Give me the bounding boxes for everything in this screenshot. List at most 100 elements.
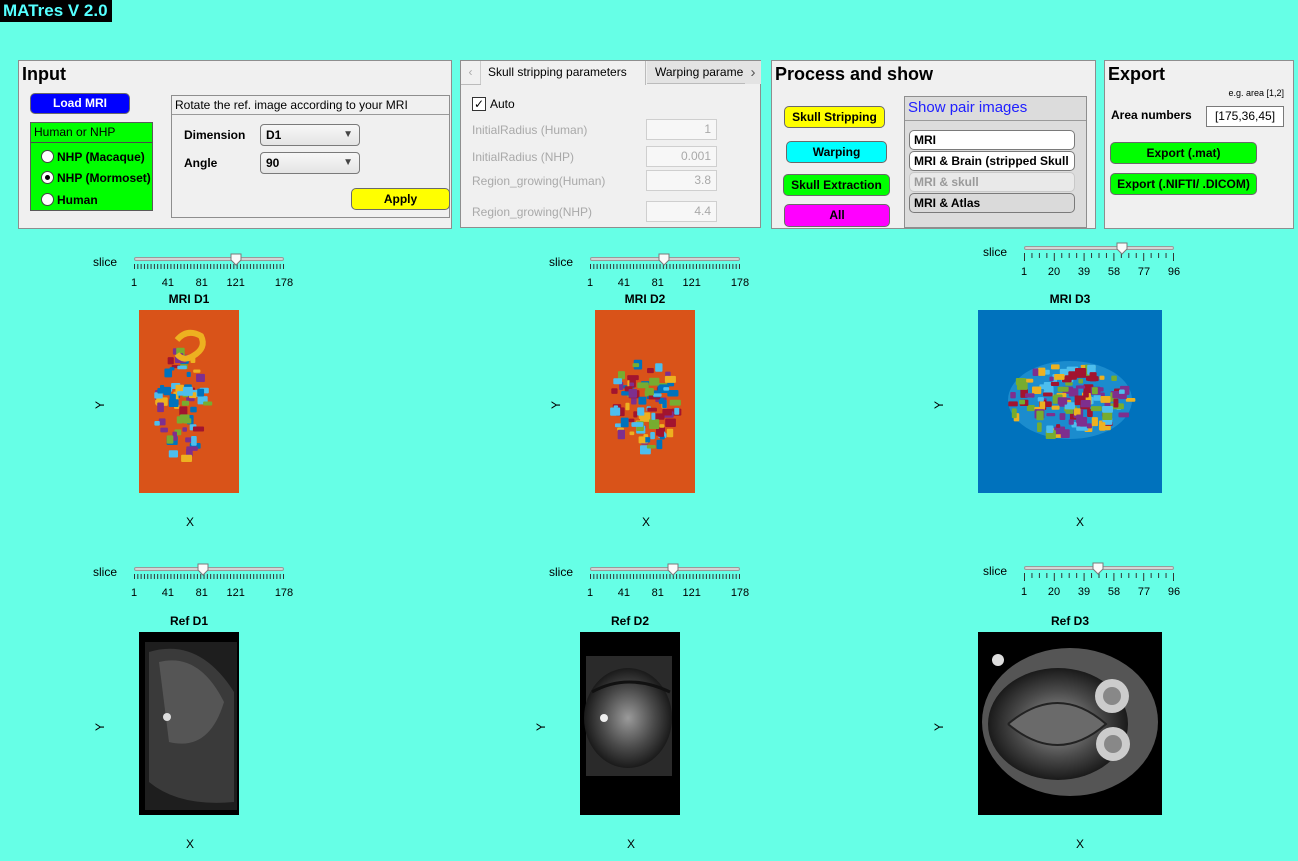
angle-value: 90 — [266, 156, 280, 170]
slider-ticks — [1024, 253, 1174, 261]
checkbox-checked-icon: ✓ — [472, 97, 486, 111]
tick-label: 41 — [161, 277, 175, 289]
y-axis-label: Y — [93, 722, 108, 732]
view-title-ref-d2: Ref D2 — [610, 614, 649, 628]
image-ref-d2[interactable] — [580, 632, 680, 815]
x-axis-label: X — [1076, 515, 1085, 529]
param-region-growing-human[interactable]: 3.8 — [646, 170, 717, 191]
param-initial-radius-nhp[interactable]: 0.001 — [646, 146, 717, 167]
tab-scroll-right[interactable]: › — [745, 61, 761, 84]
tick-label: 20 — [1047, 266, 1061, 278]
export-nifti-dicom-button[interactable]: Export (.NIFTI/ .DICOM) — [1110, 173, 1257, 195]
slice-image — [139, 632, 239, 815]
export-panel-title: Export — [1108, 64, 1166, 84]
image-mri-d1[interactable] — [139, 310, 239, 493]
tick-label: 1 — [130, 587, 138, 599]
radio-nhp-mormoset[interactable]: NHP (Mormoset) — [41, 168, 151, 188]
slice-image — [139, 310, 239, 493]
radio-label: Human — [57, 193, 98, 207]
slider-label: slice — [983, 564, 1008, 578]
slice-slider-mri-d3[interactable]: 1 20 39 58 77 96 — [1021, 242, 1180, 286]
slider-track — [134, 257, 284, 261]
slider-thumb[interactable] — [1116, 242, 1128, 255]
radio-circle-icon — [41, 193, 54, 206]
tick-label: 81 — [651, 277, 664, 289]
view-title-mri-d3: MRI D3 — [1049, 292, 1091, 306]
radio-label: NHP (Macaque) — [57, 150, 145, 164]
skull-extraction-button[interactable]: Skull Extraction — [783, 174, 890, 196]
view-title-mri-d2: MRI D2 — [624, 292, 666, 306]
slider-thumb[interactable] — [658, 253, 670, 266]
slice-slider-ref-d3[interactable]: 1 20 39 58 77 96 — [1021, 562, 1180, 606]
input-panel: Input Load MRI Human or NHP NHP (Macaque… — [18, 60, 452, 229]
slider-thumb[interactable] — [230, 253, 242, 266]
slice-image — [595, 310, 695, 493]
slider-track — [134, 567, 284, 571]
tick-label: 39 — [1077, 266, 1091, 278]
tick-label: 1 — [586, 587, 594, 599]
skull-stripping-button[interactable]: Skull Stripping — [784, 106, 885, 128]
input-panel-title: Input — [22, 64, 66, 84]
load-mri-button[interactable]: Load MRI — [30, 93, 130, 114]
slider-ticks — [1024, 573, 1174, 581]
radio-circle-icon — [41, 150, 54, 163]
image-ref-d1[interactable] — [139, 632, 239, 815]
export-mat-button[interactable]: Export (.mat) — [1110, 142, 1257, 164]
tick-label: 1 — [1020, 266, 1028, 278]
tick-label: 1 — [586, 277, 594, 289]
slice-slider-ref-d2[interactable]: 1 41 81 121 178 — [587, 563, 749, 607]
image-mri-d3[interactable] — [978, 310, 1162, 493]
chevron-right-icon: › — [750, 64, 756, 81]
warping-button[interactable]: Warping — [786, 141, 887, 163]
tab-warping[interactable]: Warping parame — [647, 61, 761, 84]
param-initial-radius-human[interactable]: 1 — [646, 119, 717, 140]
area-numbers-input[interactable]: [175,36,45] — [1206, 106, 1284, 127]
dimension-select[interactable]: D1 ▼ — [260, 124, 360, 146]
pair-item-mri[interactable]: MRI — [909, 130, 1075, 150]
tick-label: 1 — [1020, 586, 1028, 598]
process-panel-title: Process and show — [775, 64, 934, 84]
tick-label: 121 — [682, 277, 701, 289]
y-axis-label: Y — [534, 722, 549, 732]
slider-thumb[interactable] — [667, 563, 679, 576]
tab-skull-stripping[interactable]: Skull stripping parameters — [481, 61, 646, 85]
species-group: Human or NHP NHP (Macaque) NHP (Mormoset… — [30, 122, 153, 211]
slider-thumb[interactable] — [197, 563, 209, 576]
slice-slider-ref-d1[interactable]: 1 41 81 121 178 — [131, 563, 293, 607]
pair-item-mri-skull[interactable]: MRI & skull — [909, 172, 1075, 192]
rotate-box: Rotate the ref. image according to your … — [171, 95, 450, 218]
apply-button[interactable]: Apply — [351, 188, 450, 210]
slice-slider-mri-d2[interactable]: 1 41 81 121 178 — [587, 253, 749, 297]
view-title-mri-d1: MRI D1 — [168, 292, 210, 306]
tick-label: 77 — [1137, 586, 1151, 598]
param-label: Region_growing(Human) — [472, 174, 606, 188]
slice-slider-mri-d1[interactable]: 1 41 81 121 178 — [131, 253, 293, 297]
slider-ticks — [590, 574, 740, 579]
all-button[interactable]: All — [784, 204, 890, 227]
slider-label: slice — [93, 565, 118, 579]
tick-label: 121 — [226, 277, 245, 289]
tick-label: 96 — [1167, 586, 1181, 598]
slice-image — [978, 632, 1162, 815]
area-numbers-label: Area numbers — [1111, 108, 1192, 122]
pair-item-mri-brain[interactable]: MRI & Brain (stripped Skull ) — [909, 151, 1075, 186]
radio-human[interactable]: Human — [41, 190, 98, 210]
chevron-down-icon: ▼ — [343, 157, 353, 168]
image-mri-d2[interactable] — [595, 310, 695, 493]
tab-scroll-left[interactable]: ‹ — [461, 61, 481, 84]
tick-label: 77 — [1137, 266, 1151, 278]
radio-nhp-macaque[interactable]: NHP (Macaque) — [41, 147, 145, 167]
image-ref-d3[interactable] — [978, 632, 1162, 815]
slider-label: slice — [549, 255, 574, 269]
angle-select[interactable]: 90 ▼ — [260, 152, 360, 174]
tick-label: 20 — [1047, 586, 1061, 598]
export-hint: e.g. area [1,2] — [1228, 88, 1284, 98]
y-axis-label: Y — [932, 722, 947, 732]
slider-track — [1024, 246, 1174, 250]
slider-thumb[interactable] — [1092, 562, 1104, 575]
params-panel: ‹ Skull stripping parameters Warping par… — [460, 60, 761, 228]
param-region-growing-nhp[interactable]: 4.4 — [646, 201, 717, 222]
pair-item-mri-atlas[interactable]: MRI & Atlas — [909, 193, 1075, 213]
param-label: InitialRadius (Human) — [472, 123, 588, 137]
tick-label: 39 — [1077, 586, 1091, 598]
